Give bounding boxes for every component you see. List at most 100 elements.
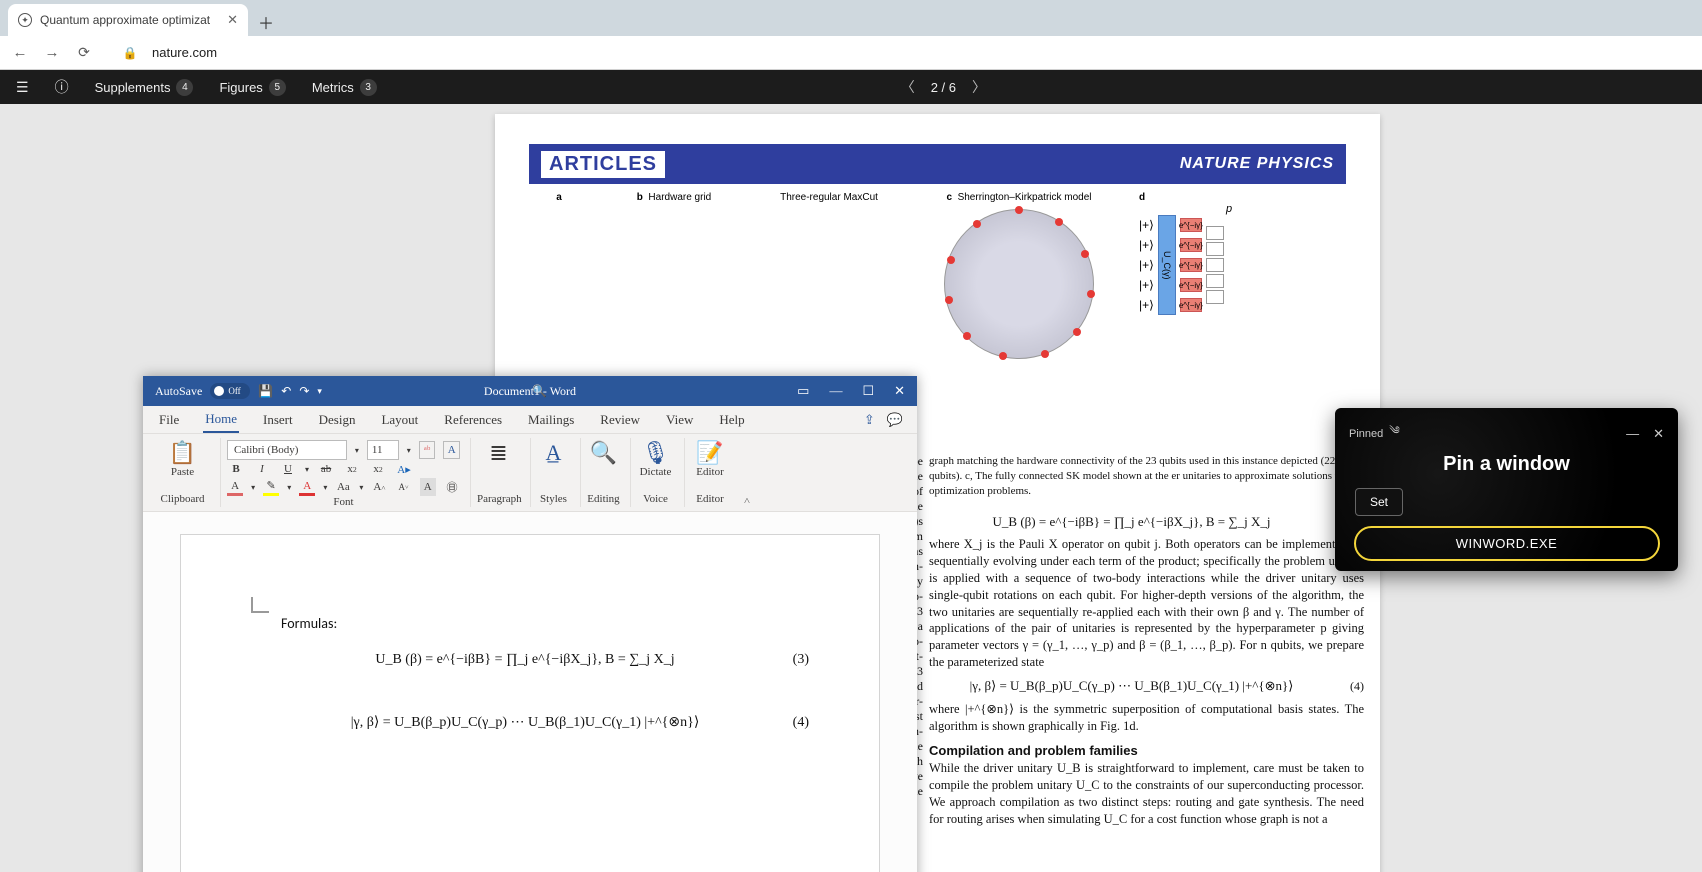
margin-corner-icon xyxy=(251,597,269,613)
panel-d-label: d xyxy=(1139,192,1319,203)
doc-eq4-number[interactable]: (4) xyxy=(769,715,809,731)
save-icon[interactable]: 💾 xyxy=(258,384,273,399)
clipboard-group-label: Clipboard xyxy=(155,493,210,505)
highlight-icon[interactable]: ✎ xyxy=(263,478,279,496)
sk-graph-icon xyxy=(944,209,1094,359)
ribbon-display-icon[interactable]: ▭ xyxy=(797,383,809,399)
word-titlebar[interactable]: AutoSave Off 💾 ↶ ↷ ▾ Document1 - Word 🔍 … xyxy=(143,376,917,406)
word-doc-title: Document1 - Word xyxy=(484,384,576,399)
hamburger-icon[interactable]: ☰ xyxy=(16,79,29,96)
minimize-icon[interactable]: — xyxy=(829,383,842,399)
new-tab-button[interactable]: ＋ xyxy=(252,8,280,36)
font-name-select[interactable]: Calibri (Body) xyxy=(227,440,347,460)
subscript-icon[interactable]: x2 xyxy=(343,460,361,478)
find-icon[interactable]: 🔍 xyxy=(587,440,620,466)
ket-label: |+⟩ xyxy=(1139,258,1154,272)
char-border-icon[interactable]: A xyxy=(443,441,460,459)
shrink-font-icon[interactable]: A˅ xyxy=(396,478,412,496)
tab-insert[interactable]: Insert xyxy=(261,408,295,432)
metrics-tab[interactable]: Metrics 3 xyxy=(312,79,377,96)
doc-equation-3[interactable]: U_B (β) = e^{−iβB} = ∏_j e^{−iβX_j}, B =… xyxy=(281,652,769,668)
text-effects-icon[interactable]: A▸ xyxy=(395,460,413,478)
paste-icon[interactable]: 📋 xyxy=(155,440,210,466)
pager-next-icon[interactable]: 〉 xyxy=(972,77,986,97)
panel-a-label: a xyxy=(529,192,589,203)
pager-text: 2 / 6 xyxy=(931,80,956,95)
grow-font-icon[interactable]: A˄ xyxy=(371,478,387,496)
share-icon[interactable]: ⇪ xyxy=(864,412,875,428)
italic-icon[interactable]: I xyxy=(253,460,271,478)
qat-more-icon[interactable]: ▾ xyxy=(317,386,322,397)
page-toolbar: ☰ ⓘ Supplements 4 Figures 5 Metrics 3 〈 … xyxy=(0,70,1702,104)
editor-icon[interactable]: 📝 xyxy=(691,440,729,466)
font-size-select[interactable]: 11 xyxy=(367,440,399,460)
autosave-toggle[interactable]: Off xyxy=(210,383,250,399)
dictate-label: Dictate xyxy=(637,466,674,478)
doc-heading[interactable]: Formulas: xyxy=(281,615,809,632)
figures-label: Figures xyxy=(219,80,262,95)
pinned-minimize-icon[interactable]: — xyxy=(1626,426,1639,442)
figures-count: 5 xyxy=(269,79,286,96)
change-case-icon[interactable]: Aa xyxy=(335,478,351,496)
pager: 〈 2 / 6 〉 xyxy=(901,77,986,97)
phase-block: e^{−iγ} xyxy=(1180,218,1202,232)
font-color-icon[interactable]: A xyxy=(227,478,243,496)
tab-references[interactable]: References xyxy=(442,408,504,432)
autosave-label: AutoSave xyxy=(155,384,202,399)
article-p1: where X_j is the Pauli X operator on qub… xyxy=(929,536,1364,671)
browser-tab-active[interactable]: ✦ Quantum approximate optimizat ✕ xyxy=(8,4,248,36)
word-window: AutoSave Off 💾 ↶ ↷ ▾ Document1 - Word 🔍 … xyxy=(143,376,917,872)
tab-close-icon[interactable]: ✕ xyxy=(227,12,238,28)
tab-home[interactable]: Home xyxy=(203,407,239,433)
tab-design[interactable]: Design xyxy=(317,408,358,432)
editor-label: Editor xyxy=(691,466,729,478)
paste-label: Paste xyxy=(155,466,210,478)
styles-icon[interactable]: A̲ xyxy=(537,440,570,466)
bold-icon[interactable]: B xyxy=(227,460,245,478)
forward-icon[interactable]: → xyxy=(42,44,62,61)
supplements-count: 4 xyxy=(176,79,193,96)
back-icon[interactable]: ← xyxy=(10,44,30,61)
enclose-icon[interactable]: ㊐ xyxy=(444,478,460,496)
comments-icon[interactable]: 💬 xyxy=(887,412,903,428)
tab-layout[interactable]: Layout xyxy=(379,408,420,432)
font-color2-icon[interactable]: A xyxy=(299,478,315,496)
char-shading-icon[interactable]: A xyxy=(420,478,436,496)
underline-icon[interactable]: U xyxy=(279,460,297,478)
panel-d-p: p xyxy=(1139,203,1319,215)
word-menu-tabs: File Home Insert Design Layout Reference… xyxy=(143,406,917,434)
tab-view[interactable]: View xyxy=(664,408,695,432)
doc-equation-4[interactable]: |γ, β⟩ = U_B(β_p)U_C(γ_p) ⋯ U_B(β_1)U_C(… xyxy=(281,714,769,731)
panel-b2-title: Three-regular MaxCut xyxy=(759,192,899,203)
info-icon[interactable]: ⓘ xyxy=(55,77,69,97)
tab-mailings[interactable]: Mailings xyxy=(526,408,576,432)
pager-prev-icon[interactable]: 〈 xyxy=(901,77,915,97)
phase-block: e^{−iγ} xyxy=(1180,258,1202,272)
clear-format-icon[interactable]: ᵃᵇ xyxy=(419,441,436,459)
doc-eq3-number[interactable]: (3) xyxy=(769,652,809,668)
reload-icon[interactable]: ⟳ xyxy=(74,44,94,61)
url-text[interactable]: nature.com xyxy=(152,45,217,60)
collapse-ribbon-icon[interactable]: ˄ xyxy=(739,438,755,507)
tab-review[interactable]: Review xyxy=(598,408,642,432)
strike-icon[interactable]: ab xyxy=(317,460,335,478)
tab-help[interactable]: Help xyxy=(717,408,746,432)
dictate-icon[interactable]: 🎙 xyxy=(637,440,674,466)
close-icon[interactable]: ✕ xyxy=(894,383,905,399)
supplements-tab[interactable]: Supplements 4 xyxy=(95,79,194,96)
undo-icon[interactable]: ↶ xyxy=(281,384,291,399)
pinned-close-icon[interactable]: ✕ xyxy=(1653,426,1664,442)
word-document-area[interactable]: Formulas: U_B (β) = e^{−iβB} = ∏_j e^{−i… xyxy=(143,512,917,872)
set-button[interactable]: Set xyxy=(1355,488,1403,516)
redo-icon[interactable]: ↷ xyxy=(299,384,309,399)
styles-group-label: Styles xyxy=(537,493,570,505)
superscript-icon[interactable]: x2 xyxy=(369,460,387,478)
word-page[interactable]: Formulas: U_B (β) = e^{−iβB} = ∏_j e^{−i… xyxy=(180,534,880,872)
ket-label: |+⟩ xyxy=(1139,278,1154,292)
tab-file[interactable]: File xyxy=(157,408,181,432)
figures-tab[interactable]: Figures 5 xyxy=(219,79,285,96)
pinned-overlay[interactable]: Pinned ༄ — ✕ Pin a window Set WINWORD.EX… xyxy=(1335,408,1678,571)
maximize-icon[interactable]: ☐ xyxy=(862,383,874,399)
paragraph-icon[interactable]: ≣ xyxy=(477,440,520,466)
target-button[interactable]: WINWORD.EXE xyxy=(1354,526,1660,561)
